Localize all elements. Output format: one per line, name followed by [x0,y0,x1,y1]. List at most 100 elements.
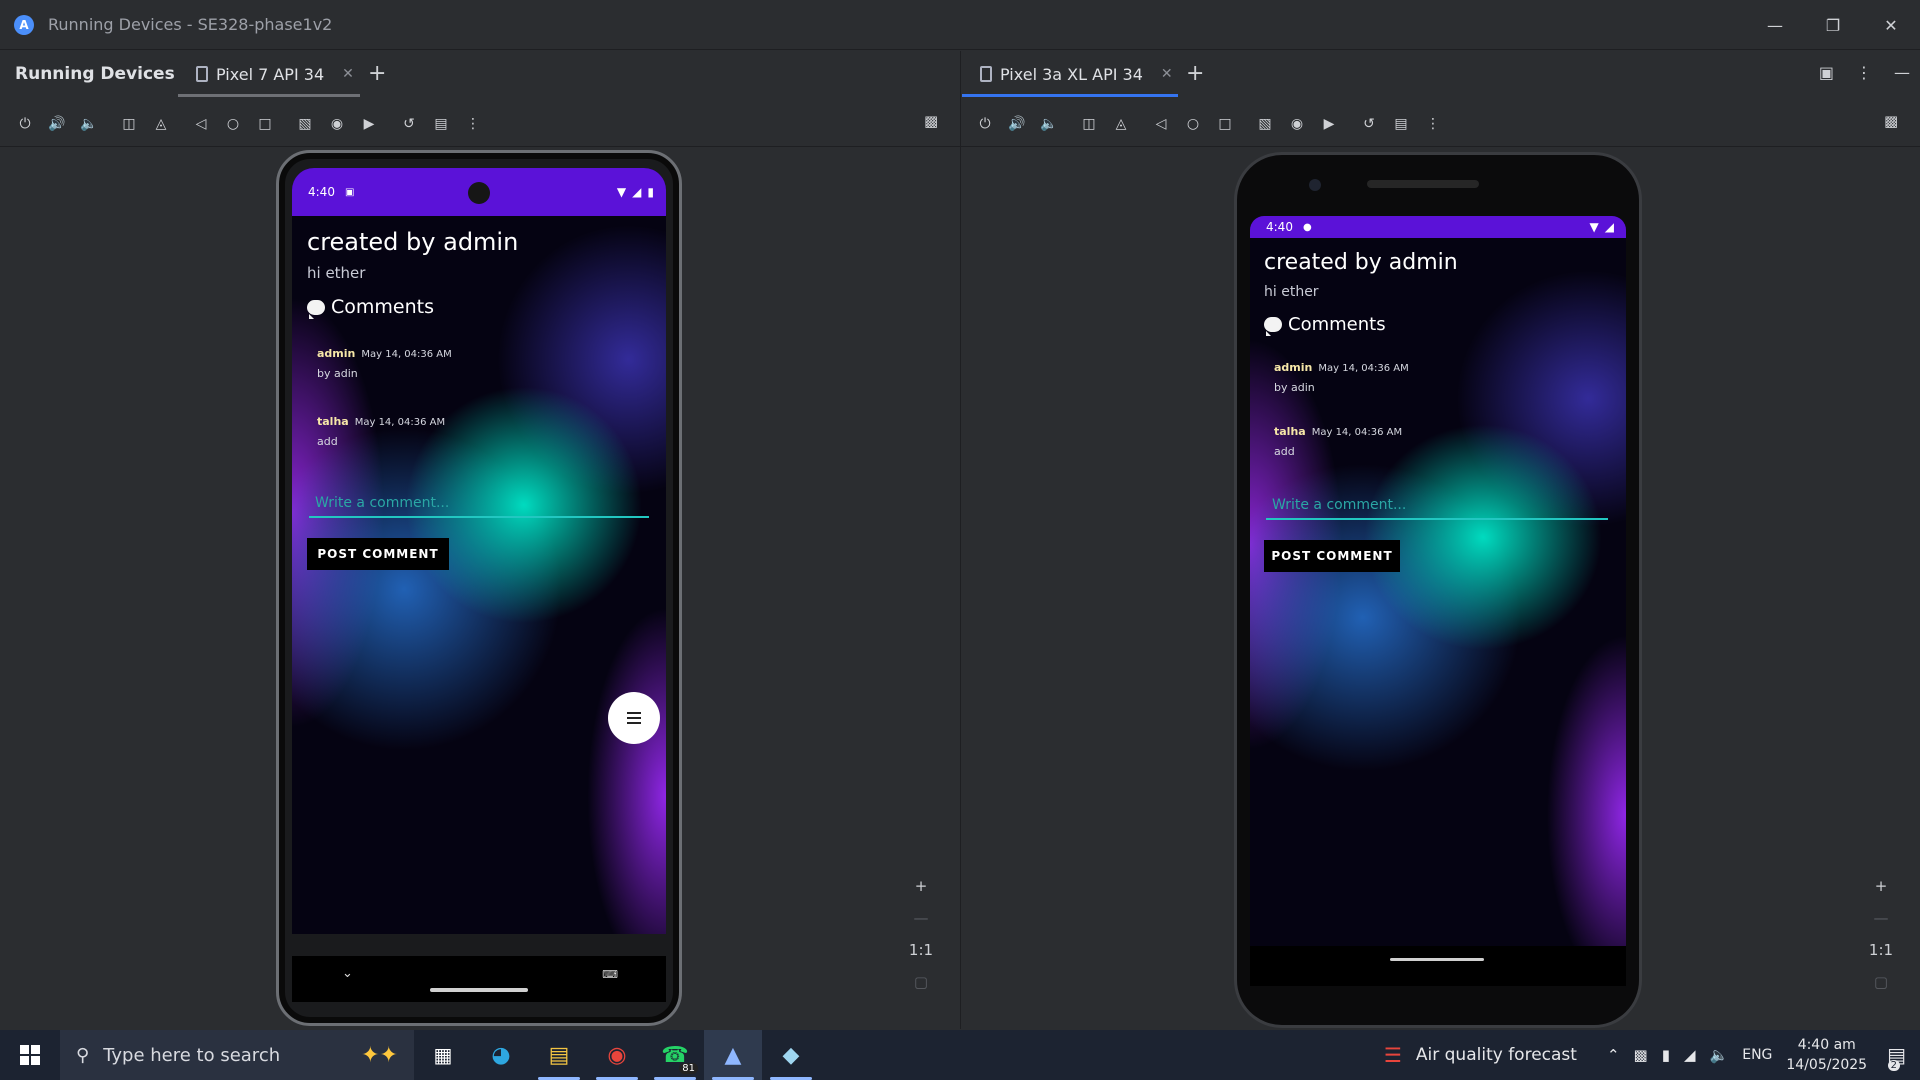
home-gesture-pill[interactable] [430,988,528,992]
snapshot-icon[interactable]: ▤ [428,111,454,137]
rotate-left-icon[interactable]: ◫ [1076,111,1102,137]
zoom-in-icon[interactable]: + [1864,870,1898,902]
panel-divider[interactable] [960,51,961,1029]
chevron-up-icon[interactable]: ⌃ [1607,1046,1620,1064]
power-icon[interactable]: ⏻ [972,111,998,137]
volume-down-icon[interactable]: 🔈 [1036,111,1062,137]
back-icon[interactable]: ◁ [188,111,214,137]
network-icon[interactable]: ◢ [1684,1046,1696,1064]
zoom-fit-icon[interactable]: ▢ [1864,966,1898,998]
add-device-icon[interactable]: + [1186,61,1204,86]
rotate-left-icon[interactable]: ◫ [116,111,142,137]
close-tab-icon[interactable]: ✕ [342,66,354,82]
tab-underline [178,94,360,97]
home-icon[interactable]: ○ [1180,111,1206,137]
comments-heading: Comments [307,296,434,319]
battery-icon[interactable]: ▮ [1662,1046,1670,1064]
fold-icon[interactable]: ▧ [292,111,318,137]
meet-icon[interactable]: ▩ [1634,1046,1648,1064]
tab-pixel-3a-xl[interactable]: Pixel 3a XL API 34 ✕ [980,51,1173,97]
notification-count: 2 [1887,1060,1900,1071]
overview-icon[interactable]: □ [1212,111,1238,137]
device-mirroring-icon[interactable]: ▩ [1884,112,1898,130]
volume-up-icon[interactable]: 🔊 [44,111,70,137]
comment-item: talha May 14, 04:36 AM add [1274,420,1402,458]
clock[interactable]: 4:40 am 14/05/2025 [1786,1035,1867,1075]
file-explorer-icon[interactable]: ▤ [530,1030,588,1080]
zoom-fit-icon[interactable]: ▢ [904,966,938,998]
power-icon[interactable]: ⏻ [12,111,38,137]
edge-icon[interactable]: ◕ [472,1030,530,1080]
back-icon[interactable]: ◁ [1148,111,1174,137]
task-view-icon[interactable]: ▦ [414,1030,472,1080]
divider [961,146,1920,147]
menu-fab[interactable] [608,692,660,744]
speaker-icon[interactable]: 🔈 [1710,1046,1729,1064]
options-icon[interactable]: ⋮ [1856,63,1872,82]
screen-record-icon[interactable]: ▶ [356,111,382,137]
device-icon [980,66,992,82]
comment-author: admin [317,347,356,360]
right-device-toolbar: ⏻ 🔊 🔈 ◫ ◬ ◁ ○ □ ▧ ◉ ▶ ↺ ▤ ⋮ [972,108,1452,140]
home-gesture-pill[interactable] [1390,958,1484,961]
fold-icon[interactable]: ▧ [1252,111,1278,137]
air-quality-icon: ☰ [1383,1043,1402,1067]
add-device-icon[interactable]: + [368,61,386,86]
comment-text: by adin [317,367,358,380]
close-tab-icon[interactable]: ✕ [1161,66,1173,82]
comment-author: talha [1274,425,1306,438]
snapshot-icon[interactable]: ▤ [1388,111,1414,137]
taskbar-search[interactable]: ⚲ Type here to search ✦✦ [60,1030,414,1080]
more-icon[interactable]: ⋮ [1420,111,1446,137]
language-indicator[interactable]: ENG [1742,1047,1772,1063]
rotate-right-icon[interactable]: ◬ [148,111,174,137]
pixel-7-screen[interactable]: 4:40 ▣ ▼ ◢ ▮ created by admin hi ether Com… [292,168,666,934]
whatsapp-icon[interactable]: ☎ 81 [646,1030,704,1080]
speech-bubble-icon [1264,317,1282,336]
notification-center-icon[interactable]: ▤ 2 [1887,1043,1906,1071]
overview-icon[interactable]: □ [252,111,278,137]
rotate-right-icon[interactable]: ◬ [1108,111,1134,137]
restore-layout-icon[interactable]: ▣ [1819,63,1834,82]
post-title: created by admin [307,228,519,256]
screen-record-icon[interactable]: ▶ [1316,111,1342,137]
zoom-actual-size[interactable]: 1:1 [1864,934,1898,966]
android-studio-icon[interactable]: ▲ [704,1030,762,1080]
running-devices-label: Running Devices [15,64,175,84]
zoom-in-icon[interactable]: + [904,870,938,902]
post-comment-button[interactable]: POST COMMENT [307,538,449,570]
device-icon [196,66,208,82]
tab-pixel-7[interactable]: Pixel 7 API 34 ✕ [196,51,354,97]
close-icon[interactable]: ✕ [1862,0,1920,50]
home-icon[interactable]: ○ [220,111,246,137]
tab-label: Pixel 7 API 34 [216,64,325,84]
volume-down-icon[interactable]: 🔈 [76,111,102,137]
zoom-out-icon[interactable]: — [904,902,938,934]
screenshot-icon[interactable]: ◉ [324,111,350,137]
post-title: created by admin [1264,250,1458,275]
minimize-icon[interactable]: — [1746,0,1804,50]
speech-bubble-icon [307,299,325,319]
volume-up-icon[interactable]: 🔊 [1004,111,1030,137]
comment-input[interactable] [1266,492,1608,520]
pixel-7-nav-bar: ⌄ ⌨ [292,956,666,1002]
more-icon[interactable]: ⋮ [460,111,486,137]
reset-icon[interactable]: ↺ [396,111,422,137]
screenshot-icon[interactable]: ◉ [1284,111,1310,137]
post-comment-button[interactable]: POST COMMENT [1264,540,1400,572]
zoom-actual-size[interactable]: 1:1 [904,934,938,966]
keyboard-icon[interactable]: ⌨ [602,968,618,981]
windows-start-icon[interactable] [0,1030,60,1080]
notes-app-icon[interactable]: ◆ [762,1030,820,1080]
android-studio-icon: A [14,14,34,35]
chevron-down-icon[interactable]: ⌄ [342,966,353,981]
device-mirroring-icon[interactable]: ▩ [924,112,938,130]
hide-icon[interactable]: — [1894,63,1910,82]
restore-icon[interactable]: ❐ [1804,0,1862,50]
weather-widget[interactable]: Air quality forecast [1416,1045,1577,1065]
reset-icon[interactable]: ↺ [1356,111,1382,137]
zoom-out-icon[interactable]: — [1864,902,1898,934]
chrome-icon[interactable]: ◉ [588,1030,646,1080]
comment-input[interactable] [309,490,649,518]
pixel-3a-xl-screen[interactable]: 4:40 ● ▼ ◢ created by admin hi ether Comm… [1250,216,1626,946]
